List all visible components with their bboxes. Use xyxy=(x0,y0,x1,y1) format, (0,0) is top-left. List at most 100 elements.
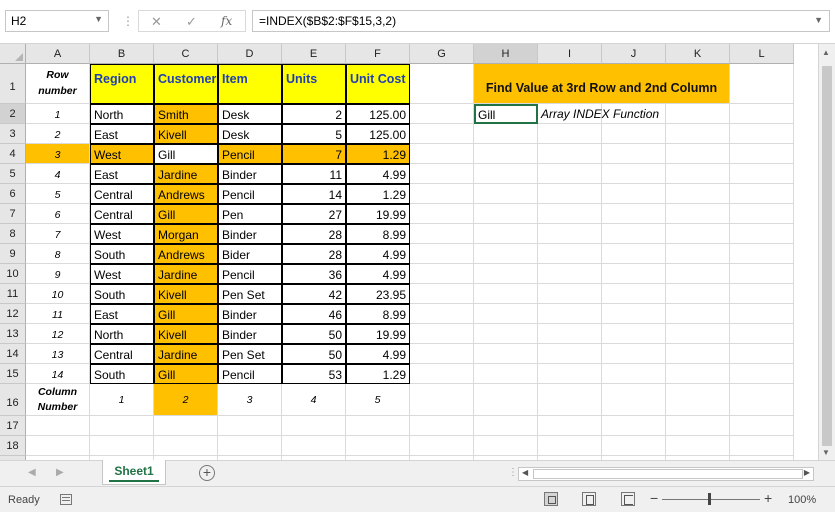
prev-sheet-icon[interactable]: ◀ xyxy=(28,467,36,478)
item-cell[interactable]: Binder xyxy=(218,304,282,324)
column-number-cell[interactable]: 5 xyxy=(346,384,410,416)
column-header-b[interactable]: B xyxy=(90,44,154,64)
grid-cell[interactable] xyxy=(538,436,602,456)
grid-cell[interactable] xyxy=(666,416,730,436)
grid-cell[interactable] xyxy=(218,436,282,456)
grid-cell[interactable] xyxy=(538,324,602,344)
grid-cell[interactable] xyxy=(474,224,538,244)
grid-cell[interactable] xyxy=(602,304,666,324)
region-cell[interactable]: East xyxy=(90,164,154,184)
cancel-icon[interactable]: ✕ xyxy=(151,14,162,30)
customer-cell[interactable]: Smith xyxy=(154,104,218,124)
region-cell[interactable]: Central xyxy=(90,184,154,204)
units-cell[interactable]: 7 xyxy=(282,144,346,164)
vertical-scroll-thumb[interactable] xyxy=(822,66,832,446)
grid-cell[interactable] xyxy=(730,284,794,304)
region-cell[interactable]: North xyxy=(90,324,154,344)
row-header-18[interactable]: 18 xyxy=(0,436,26,456)
column-header-c[interactable]: C xyxy=(154,44,218,64)
grid-cell[interactable] xyxy=(730,164,794,184)
grid-cell[interactable] xyxy=(666,244,730,264)
expand-formula-bar-icon[interactable]: ▼ xyxy=(814,15,823,25)
grid-cell[interactable] xyxy=(666,364,730,384)
grid-cell[interactable] xyxy=(538,164,602,184)
grid-cell[interactable] xyxy=(666,384,730,416)
grid-cell[interactable] xyxy=(538,224,602,244)
grid-cell[interactable] xyxy=(730,224,794,244)
horizontal-scrollbar[interactable]: ◀ ▶ xyxy=(518,467,814,481)
grid-cell[interactable] xyxy=(474,384,538,416)
unit-cost-cell[interactable]: 1.29 xyxy=(346,184,410,204)
grid-cell[interactable] xyxy=(538,244,602,264)
grid-cell[interactable] xyxy=(730,184,794,204)
column-header-d[interactable]: D xyxy=(218,44,282,64)
grid-cell[interactable] xyxy=(282,436,346,456)
grid-cell[interactable] xyxy=(538,416,602,436)
header-item[interactable]: Item xyxy=(218,64,282,104)
units-cell[interactable]: 53 xyxy=(282,364,346,384)
region-cell[interactable]: Central xyxy=(90,204,154,224)
grid-cell[interactable] xyxy=(666,324,730,344)
region-cell[interactable]: North xyxy=(90,104,154,124)
grid-cell[interactable] xyxy=(666,264,730,284)
unit-cost-cell[interactable]: 8.99 xyxy=(346,304,410,324)
grid-cell[interactable] xyxy=(410,436,474,456)
row-number-cell[interactable]: 10 xyxy=(26,284,90,304)
add-sheet-icon[interactable]: + xyxy=(199,465,215,481)
worksheet-grid[interactable]: ABCDEFGHIJKL 1 2 3 4 5 6 7 8 9 10 11 12 13 14 15 16 17 18… xyxy=(0,44,818,460)
customer-cell[interactable]: Andrews xyxy=(154,184,218,204)
grid-cell[interactable] xyxy=(474,416,538,436)
customer-cell[interactable]: Jardine xyxy=(154,164,218,184)
grid-cell[interactable] xyxy=(730,264,794,284)
scroll-right-icon[interactable]: ▶ xyxy=(804,468,810,477)
grid-cell[interactable] xyxy=(410,164,474,184)
grid-cell[interactable] xyxy=(730,344,794,364)
row-header-7[interactable]: 7 xyxy=(0,204,26,224)
grid-cell[interactable] xyxy=(730,324,794,344)
grid-cell[interactable] xyxy=(538,344,602,364)
item-cell[interactable]: Pen Set xyxy=(218,284,282,304)
column-number-cell[interactable]: 2 xyxy=(154,384,218,416)
grid-cell[interactable] xyxy=(666,224,730,244)
column-header-i[interactable]: I xyxy=(538,44,602,64)
grid-cell[interactable] xyxy=(90,416,154,436)
select-all-corner[interactable] xyxy=(0,44,26,64)
grid-cell[interactable] xyxy=(538,204,602,224)
scroll-up-icon[interactable]: ▲ xyxy=(822,48,830,57)
formula-bar-splitter-icon[interactable]: ⋮ xyxy=(122,14,134,28)
region-cell[interactable]: West xyxy=(90,224,154,244)
customer-cell[interactable]: Kivell xyxy=(154,284,218,304)
column-header-a[interactable]: A xyxy=(26,44,90,64)
grid-cell[interactable] xyxy=(474,184,538,204)
column-number-cell[interactable]: 4 xyxy=(282,384,346,416)
grid-cell[interactable] xyxy=(474,304,538,324)
enter-icon[interactable]: ✓ xyxy=(186,14,197,30)
vertical-scrollbar[interactable]: ▲ ▼ xyxy=(818,44,835,460)
grid-cell[interactable] xyxy=(410,104,474,124)
customer-cell[interactable]: Andrews xyxy=(154,244,218,264)
grid-cell[interactable] xyxy=(474,124,538,144)
unit-cost-cell[interactable]: 1.29 xyxy=(346,364,410,384)
grid-cell[interactable] xyxy=(730,144,794,164)
units-cell[interactable]: 11 xyxy=(282,164,346,184)
grid-cell[interactable] xyxy=(538,364,602,384)
grid-cell[interactable] xyxy=(410,144,474,164)
customer-cell[interactable]: Jardine xyxy=(154,344,218,364)
region-cell[interactable]: Central xyxy=(90,344,154,364)
normal-view-icon[interactable] xyxy=(544,492,558,506)
row-number-cell[interactable]: 9 xyxy=(26,264,90,284)
item-cell[interactable]: Pencil xyxy=(218,364,282,384)
units-cell[interactable]: 28 xyxy=(282,244,346,264)
grid-cell[interactable] xyxy=(26,436,90,456)
name-box-dropdown-icon[interactable]: ▼ xyxy=(94,14,103,24)
unit-cost-cell[interactable]: 8.99 xyxy=(346,224,410,244)
tab-splitter-icon[interactable]: ⋮ xyxy=(508,467,518,478)
customer-cell[interactable]: Morgan xyxy=(154,224,218,244)
grid-cell[interactable] xyxy=(666,164,730,184)
column-header-h[interactable]: H xyxy=(474,44,538,64)
grid-cell[interactable] xyxy=(154,416,218,436)
row-number-cell[interactable]: 14 xyxy=(26,364,90,384)
grid-cell[interactable] xyxy=(602,164,666,184)
page-layout-view-icon[interactable] xyxy=(582,492,596,506)
grid-cell[interactable] xyxy=(474,264,538,284)
